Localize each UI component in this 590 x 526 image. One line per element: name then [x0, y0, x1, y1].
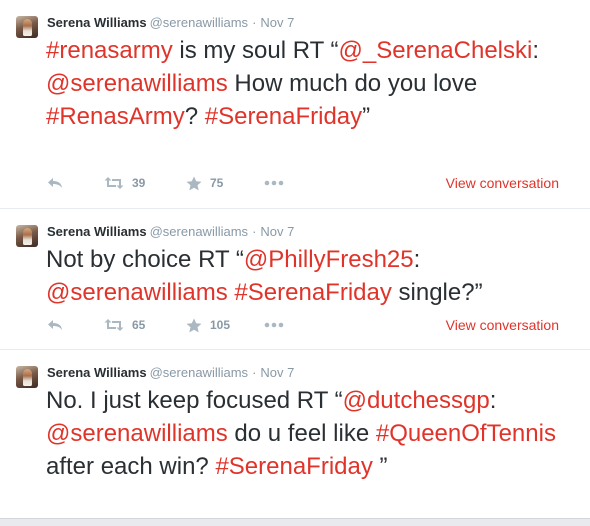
- tweet-header: Serena Williams @serenawilliams · Nov 7: [47, 223, 294, 241]
- hashtag-link[interactable]: #SerenaFriday: [215, 453, 372, 480]
- tweet-text-segment: ”: [372, 453, 388, 480]
- tweet-header: Serena Williams @serenawilliams · Nov 7: [47, 14, 294, 32]
- tweet-text: No. I just keep focused RT “@dutchessgp:…: [46, 384, 576, 483]
- tweet-text-segment: Not by choice RT “: [46, 246, 244, 273]
- tweet-text-segment: ?: [184, 103, 205, 130]
- hashtag-link[interactable]: #QueenOfTennis: [376, 420, 556, 447]
- favorite-button[interactable]: 105: [186, 315, 230, 335]
- user-handle[interactable]: @serenawilliams: [150, 365, 248, 380]
- tweet-timestamp[interactable]: Nov 7: [260, 365, 294, 380]
- avatar[interactable]: [16, 225, 38, 247]
- tweet-text: Not by choice RT “@PhillyFresh25: @seren…: [46, 243, 576, 309]
- star-icon: [186, 176, 202, 191]
- favorite-count: 75: [210, 176, 224, 190]
- mention-link[interactable]: @serenawilliams: [46, 279, 228, 306]
- user-handle[interactable]: @serenawilliams: [150, 15, 248, 30]
- star-icon: [186, 318, 202, 333]
- hashtag-link[interactable]: #RenasArmy: [46, 103, 185, 130]
- tweet-text-segment: ”: [362, 103, 371, 130]
- tweet-text-segment: is my soul RT “: [172, 37, 339, 64]
- tweet-text-segment: :: [532, 37, 539, 64]
- reply-button[interactable]: [46, 315, 64, 335]
- favorite-button[interactable]: 75: [186, 173, 223, 193]
- reply-button[interactable]: [46, 173, 64, 193]
- display-name[interactable]: Serena Williams: [47, 224, 147, 239]
- retweet-button[interactable]: 39: [104, 173, 145, 193]
- tweet-text-segment: No. I just keep focused RT “: [46, 387, 343, 414]
- tweet-text-segment: single?”: [391, 279, 483, 306]
- more-button[interactable]: [264, 315, 284, 335]
- more-icon: [264, 322, 284, 328]
- retweet-icon: [104, 318, 124, 332]
- tweet-timeline: Serena Williams @serenawilliams · Nov 7 #re…: [0, 0, 590, 526]
- tweet-text-segment: :: [413, 246, 421, 273]
- user-handle[interactable]: @serenawilliams: [150, 224, 248, 239]
- tweet-text-segment: :: [489, 387, 497, 414]
- separator-dot: ·: [252, 15, 257, 30]
- display-name[interactable]: Serena Williams: [47, 15, 147, 30]
- tweet-actions: 39 75 View conversation: [46, 173, 576, 193]
- retweet-icon: [104, 176, 124, 190]
- avatar[interactable]: [16, 16, 38, 38]
- tweet-actions: 65 105 View conversation: [46, 315, 576, 335]
- tweet-text: #renasarmy is my soul RT “@_SerenaChelsk…: [46, 34, 576, 133]
- more-icon: [264, 180, 284, 186]
- mention-link[interactable]: @dutchessgp: [343, 387, 490, 414]
- retweet-count: 65: [132, 318, 146, 332]
- display-name[interactable]: Serena Williams: [47, 365, 147, 380]
- hashtag-link[interactable]: #SerenaFriday: [205, 103, 362, 130]
- tweet-text-segment: do u feel like: [227, 420, 376, 447]
- tweet-header: Serena Williams @serenawilliams · Nov 7: [47, 364, 294, 382]
- favorite-count: 105: [210, 318, 231, 332]
- tweet-text-segment: after each win?: [46, 453, 216, 480]
- mention-link[interactable]: @serenawilliams: [46, 420, 228, 447]
- mention-link[interactable]: @serenawilliams: [46, 70, 228, 97]
- tweet[interactable]: Serena Williams @serenawilliams · Nov 7 #re…: [0, 0, 590, 209]
- tweet-text-segment: How much do you love: [227, 70, 478, 97]
- more-button[interactable]: [264, 173, 284, 193]
- avatar[interactable]: [16, 366, 38, 388]
- hashtag-link[interactable]: #SerenaFriday: [234, 279, 391, 306]
- view-conversation-link[interactable]: View conversation: [446, 173, 559, 193]
- retweet-count: 39: [132, 176, 146, 190]
- view-conversation-link[interactable]: View conversation: [446, 315, 559, 335]
- mention-link[interactable]: @PhillyFresh25: [244, 246, 414, 273]
- separator-dot: ·: [252, 224, 257, 239]
- tweet-timestamp[interactable]: Nov 7: [260, 15, 294, 30]
- retweet-button[interactable]: 65: [104, 315, 145, 335]
- reply-icon: [46, 176, 64, 190]
- mention-link[interactable]: @_SerenaChelski: [339, 37, 533, 64]
- tweet[interactable]: Serena Williams @serenawilliams · Nov 7 No.…: [0, 350, 590, 520]
- tweet[interactable]: Serena Williams @serenawilliams · Nov 7 Not…: [0, 209, 590, 350]
- separator-dot: ·: [252, 365, 257, 380]
- tweet-timestamp[interactable]: Nov 7: [260, 224, 294, 239]
- hashtag-link[interactable]: #renasarmy: [46, 37, 173, 64]
- reply-icon: [46, 318, 64, 332]
